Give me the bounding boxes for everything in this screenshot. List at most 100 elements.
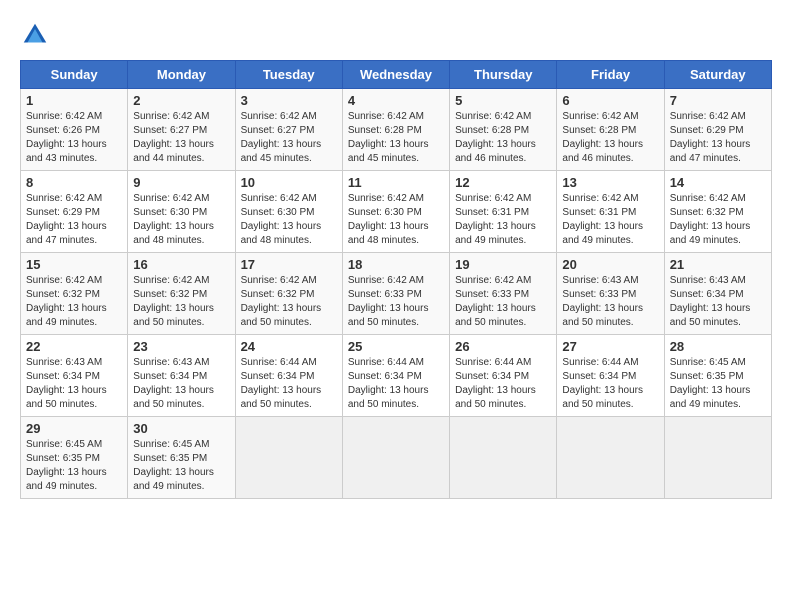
day-header-friday: Friday <box>557 61 664 89</box>
calendar-cell: 5 Sunrise: 6:42 AMSunset: 6:28 PMDaylight… <box>450 89 557 171</box>
cell-content: Sunrise: 6:43 AMSunset: 6:34 PMDaylight:… <box>26 356 122 412</box>
cell-content: Sunrise: 6:42 AMSunset: 6:32 PMDaylight:… <box>670 192 766 248</box>
day-number: 17 <box>241 257 337 272</box>
cell-content: Sunrise: 6:45 AMSunset: 6:35 PMDaylight:… <box>133 438 229 494</box>
day-header-saturday: Saturday <box>664 61 771 89</box>
logo <box>20 20 54 50</box>
calendar-cell: 9 Sunrise: 6:42 AMSunset: 6:30 PMDaylight… <box>128 171 235 253</box>
cell-content: Sunrise: 6:44 AMSunset: 6:34 PMDaylight:… <box>562 356 658 412</box>
cell-content: Sunrise: 6:42 AMSunset: 6:33 PMDaylight:… <box>455 274 551 330</box>
calendar-cell: 20 Sunrise: 6:43 AMSunset: 6:33 PMDayligh… <box>557 253 664 335</box>
calendar-cell <box>235 417 342 499</box>
cell-content: Sunrise: 6:42 AMSunset: 6:28 PMDaylight:… <box>562 110 658 166</box>
calendar-cell: 14 Sunrise: 6:42 AMSunset: 6:32 PMDayligh… <box>664 171 771 253</box>
calendar: SundayMondayTuesdayWednesdayThursdayFrid… <box>20 60 772 499</box>
cell-content: Sunrise: 6:44 AMSunset: 6:34 PMDaylight:… <box>241 356 337 412</box>
calendar-cell: 26 Sunrise: 6:44 AMSunset: 6:34 PMDayligh… <box>450 335 557 417</box>
cell-content: Sunrise: 6:42 AMSunset: 6:30 PMDaylight:… <box>133 192 229 248</box>
calendar-cell: 17 Sunrise: 6:42 AMSunset: 6:32 PMDayligh… <box>235 253 342 335</box>
cell-content: Sunrise: 6:42 AMSunset: 6:26 PMDaylight:… <box>26 110 122 166</box>
calendar-cell <box>664 417 771 499</box>
cell-content: Sunrise: 6:42 AMSunset: 6:30 PMDaylight:… <box>241 192 337 248</box>
day-number: 20 <box>562 257 658 272</box>
cell-content: Sunrise: 6:45 AMSunset: 6:35 PMDaylight:… <box>26 438 122 494</box>
day-number: 26 <box>455 339 551 354</box>
header <box>20 20 772 50</box>
calendar-cell <box>557 417 664 499</box>
day-number: 10 <box>241 175 337 190</box>
cell-content: Sunrise: 6:42 AMSunset: 6:30 PMDaylight:… <box>348 192 444 248</box>
day-header-sunday: Sunday <box>21 61 128 89</box>
day-number: 30 <box>133 421 229 436</box>
calendar-cell: 4Sunrise: 6:42 AMSunset: 6:28 PMDaylight… <box>342 89 449 171</box>
day-number: 6 <box>562 93 658 108</box>
day-number: 18 <box>348 257 444 272</box>
cell-content: Sunrise: 6:42 AMSunset: 6:33 PMDaylight:… <box>348 274 444 330</box>
calendar-cell: 25Sunrise: 6:44 AMSunset: 6:34 PMDayligh… <box>342 335 449 417</box>
cell-content: Sunrise: 6:42 AMSunset: 6:31 PMDaylight:… <box>455 192 551 248</box>
calendar-week-4: 22Sunrise: 6:43 AMSunset: 6:34 PMDayligh… <box>21 335 772 417</box>
day-number: 11 <box>348 175 444 190</box>
cell-content: Sunrise: 6:42 AMSunset: 6:32 PMDaylight:… <box>241 274 337 330</box>
calendar-week-1: 1 Sunrise: 6:42 AMSunset: 6:26 PMDaylight… <box>21 89 772 171</box>
calendar-cell: 12 Sunrise: 6:42 AMSunset: 6:31 PMDayligh… <box>450 171 557 253</box>
day-number: 21 <box>670 257 766 272</box>
calendar-cell: 1 Sunrise: 6:42 AMSunset: 6:26 PMDaylight… <box>21 89 128 171</box>
calendar-cell: 21 Sunrise: 6:43 AMSunset: 6:34 PMDayligh… <box>664 253 771 335</box>
calendar-cell: 2Sunrise: 6:42 AMSunset: 6:27 PMDaylight… <box>128 89 235 171</box>
calendar-week-3: 15 Sunrise: 6:42 AMSunset: 6:32 PMDayligh… <box>21 253 772 335</box>
cell-content: Sunrise: 6:42 AMSunset: 6:27 PMDaylight:… <box>133 110 229 166</box>
calendar-cell: 28 Sunrise: 6:45 AMSunset: 6:35 PMDayligh… <box>664 335 771 417</box>
day-number: 7 <box>670 93 766 108</box>
day-number: 19 <box>455 257 551 272</box>
calendar-cell: 27 Sunrise: 6:44 AMSunset: 6:34 PMDayligh… <box>557 335 664 417</box>
day-header-monday: Monday <box>128 61 235 89</box>
cell-content: Sunrise: 6:42 AMSunset: 6:28 PMDaylight:… <box>455 110 551 166</box>
cell-content: Sunrise: 6:43 AMSunset: 6:34 PMDaylight:… <box>670 274 766 330</box>
calendar-cell: 13 Sunrise: 6:42 AMSunset: 6:31 PMDayligh… <box>557 171 664 253</box>
day-number: 14 <box>670 175 766 190</box>
cell-content: Sunrise: 6:42 AMSunset: 6:29 PMDaylight:… <box>670 110 766 166</box>
calendar-cell: 6 Sunrise: 6:42 AMSunset: 6:28 PMDaylight… <box>557 89 664 171</box>
day-number: 23 <box>133 339 229 354</box>
cell-content: Sunrise: 6:42 AMSunset: 6:32 PMDaylight:… <box>133 274 229 330</box>
cell-content: Sunrise: 6:42 AMSunset: 6:32 PMDaylight:… <box>26 274 122 330</box>
day-number: 28 <box>670 339 766 354</box>
calendar-cell: 7 Sunrise: 6:42 AMSunset: 6:29 PMDaylight… <box>664 89 771 171</box>
calendar-week-5: 29Sunrise: 6:45 AMSunset: 6:35 PMDayligh… <box>21 417 772 499</box>
day-number: 9 <box>133 175 229 190</box>
cell-content: Sunrise: 6:42 AMSunset: 6:27 PMDaylight:… <box>241 110 337 166</box>
cell-content: Sunrise: 6:44 AMSunset: 6:34 PMDaylight:… <box>348 356 444 412</box>
cell-content: Sunrise: 6:42 AMSunset: 6:29 PMDaylight:… <box>26 192 122 248</box>
day-number: 13 <box>562 175 658 190</box>
calendar-header-row: SundayMondayTuesdayWednesdayThursdayFrid… <box>21 61 772 89</box>
day-number: 3 <box>241 93 337 108</box>
day-number: 5 <box>455 93 551 108</box>
cell-content: Sunrise: 6:42 AMSunset: 6:31 PMDaylight:… <box>562 192 658 248</box>
logo-icon <box>20 20 50 50</box>
day-number: 1 <box>26 93 122 108</box>
calendar-cell: 15 Sunrise: 6:42 AMSunset: 6:32 PMDayligh… <box>21 253 128 335</box>
day-header-tuesday: Tuesday <box>235 61 342 89</box>
day-number: 8 <box>26 175 122 190</box>
cell-content: Sunrise: 6:45 AMSunset: 6:35 PMDaylight:… <box>670 356 766 412</box>
calendar-cell: 8 Sunrise: 6:42 AMSunset: 6:29 PMDaylight… <box>21 171 128 253</box>
calendar-week-2: 8 Sunrise: 6:42 AMSunset: 6:29 PMDaylight… <box>21 171 772 253</box>
day-number: 27 <box>562 339 658 354</box>
day-number: 24 <box>241 339 337 354</box>
calendar-cell: 10 Sunrise: 6:42 AMSunset: 6:30 PMDayligh… <box>235 171 342 253</box>
cell-content: Sunrise: 6:43 AMSunset: 6:33 PMDaylight:… <box>562 274 658 330</box>
calendar-cell: 24 Sunrise: 6:44 AMSunset: 6:34 PMDayligh… <box>235 335 342 417</box>
calendar-cell: 22Sunrise: 6:43 AMSunset: 6:34 PMDayligh… <box>21 335 128 417</box>
calendar-cell: 18 Sunrise: 6:42 AMSunset: 6:33 PMDayligh… <box>342 253 449 335</box>
day-number: 16 <box>133 257 229 272</box>
calendar-cell: 23Sunrise: 6:43 AMSunset: 6:34 PMDayligh… <box>128 335 235 417</box>
day-header-thursday: Thursday <box>450 61 557 89</box>
cell-content: Sunrise: 6:42 AMSunset: 6:28 PMDaylight:… <box>348 110 444 166</box>
day-header-wednesday: Wednesday <box>342 61 449 89</box>
cell-content: Sunrise: 6:44 AMSunset: 6:34 PMDaylight:… <box>455 356 551 412</box>
calendar-cell: 16 Sunrise: 6:42 AMSunset: 6:32 PMDayligh… <box>128 253 235 335</box>
day-number: 15 <box>26 257 122 272</box>
calendar-cell: 3 Sunrise: 6:42 AMSunset: 6:27 PMDaylight… <box>235 89 342 171</box>
day-number: 12 <box>455 175 551 190</box>
